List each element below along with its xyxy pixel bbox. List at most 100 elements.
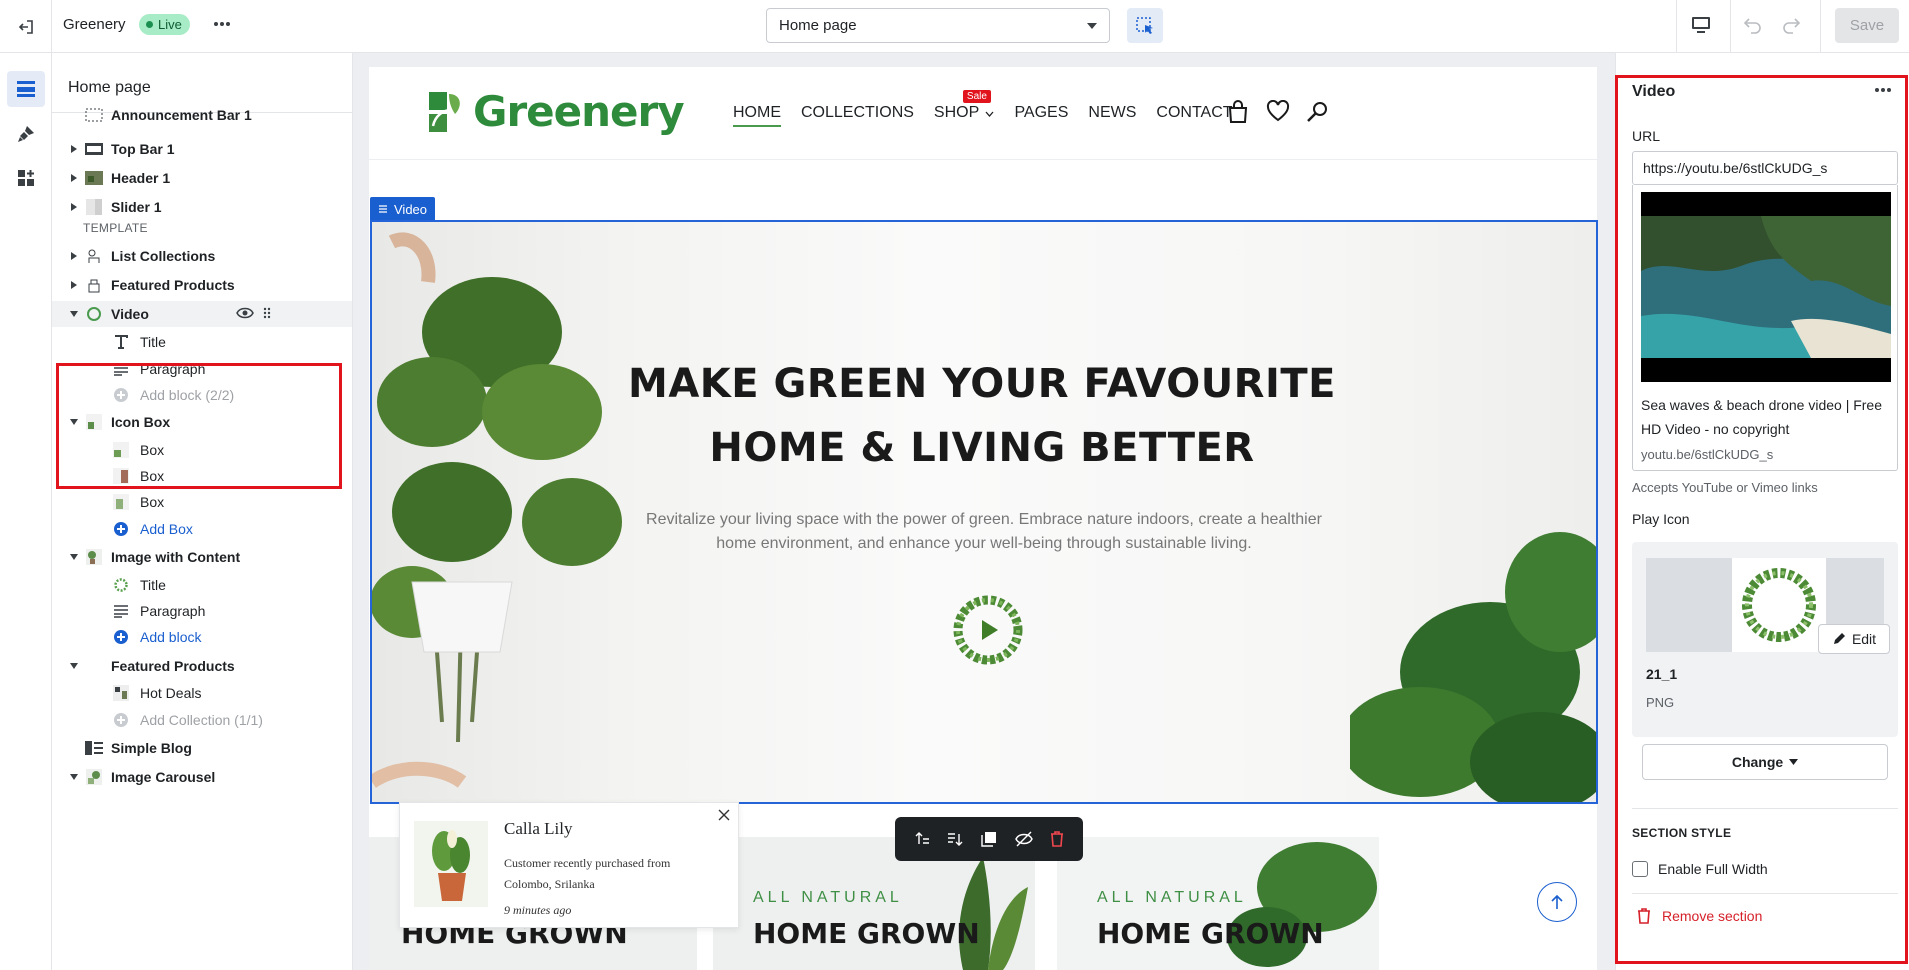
divider (1632, 893, 1898, 894)
selected-section-tag[interactable]: Video (370, 197, 436, 221)
nav-contact[interactable]: CONTACT (1156, 104, 1232, 127)
add-box-button[interactable]: Add Box (52, 516, 352, 542)
shopping-bag-icon (1228, 100, 1248, 123)
top-bar: Greenery Live Home page Save (0, 0, 1909, 53)
play-icon-picker: Edit 21_1 PNG (1632, 542, 1898, 737)
block-paragraph[interactable]: Paragraph (52, 598, 352, 624)
nav-home[interactable]: HOME (733, 104, 781, 127)
hero-title-line: HOME & LIVING BETTER (709, 425, 1255, 471)
block-label: Title (140, 334, 166, 350)
cart-button[interactable] (1227, 100, 1249, 124)
delete-icon[interactable] (1049, 830, 1065, 848)
visibility-eye-icon[interactable] (236, 306, 254, 320)
hanging-plant-image (372, 232, 622, 789)
block-label: Hot Deals (140, 685, 202, 701)
checkbox-box[interactable] (1632, 861, 1648, 877)
site-logo[interactable]: Greenery (425, 87, 685, 136)
save-button[interactable]: Save (1835, 8, 1899, 43)
add-collection-button[interactable]: Add Collection (1/1) (52, 707, 352, 733)
wreath-icon (111, 576, 131, 594)
promo-card[interactable]: ALL NATURAL HOME GROWN (1057, 837, 1379, 970)
hero-title: MAKE GREEN YOUR FAVOURITE HOME & LIVING … (602, 352, 1362, 480)
layer-label: Header 1 (111, 170, 171, 186)
layer-announcement-bar[interactable]: Announcement Bar 1 (52, 102, 352, 128)
drag-handle-icon[interactable] (263, 307, 271, 319)
caret-right-icon (69, 173, 79, 183)
layer-video[interactable]: Video (52, 301, 352, 327)
play-video-button[interactable] (950, 592, 1026, 668)
layer-image-with-content[interactable]: Image with Content (52, 544, 352, 570)
redo-button[interactable] (1780, 13, 1802, 35)
layer-featured-products-2[interactable]: Featured Products (52, 653, 352, 679)
device-preview-button[interactable] (1690, 14, 1712, 36)
settings-title: Video (1632, 83, 1676, 100)
edit-image-button[interactable]: Edit (1818, 624, 1890, 654)
add-block-button[interactable]: Add block (52, 624, 352, 650)
left-rail (0, 53, 52, 970)
layer-simple-blog[interactable]: Simple Blog (52, 735, 352, 761)
undo-button[interactable] (1742, 13, 1764, 35)
add-block-label: Add block (140, 629, 202, 645)
edit-label: Edit (1851, 631, 1877, 647)
caret-down-icon (69, 552, 79, 562)
exit-editor-button[interactable] (0, 0, 52, 53)
wishlist-button[interactable] (1266, 100, 1290, 122)
move-down-icon[interactable] (946, 830, 964, 848)
add-circle-icon (111, 711, 131, 729)
page-selector[interactable]: Home page (766, 8, 1110, 43)
video-section[interactable]: MAKE GREEN YOUR FAVOURITE HOME & LIVING … (370, 220, 1598, 804)
nav-shop[interactable]: SHOP Sale (934, 90, 995, 127)
block-title[interactable]: Title (52, 572, 352, 598)
sections-tab-button[interactable] (7, 71, 45, 107)
nav-collections[interactable]: COLLECTIONS (801, 104, 914, 127)
hide-eye-icon[interactable] (1014, 830, 1034, 848)
apps-add-icon (18, 170, 34, 186)
nav-news[interactable]: NEWS (1088, 104, 1136, 127)
site-header: Greenery HOME COLLECTIONS SHOP Sale PAGE… (369, 67, 1597, 160)
file-name: 21_1 (1646, 666, 1678, 682)
nav-pages[interactable]: PAGES (1014, 104, 1068, 127)
full-width-checkbox[interactable]: Enable Full Width (1632, 861, 1768, 877)
recent-purchase-popup[interactable]: Calla Lily Customer recently purchased f… (399, 802, 739, 928)
search-icon (1307, 102, 1327, 122)
template-heading: TEMPLATE (83, 221, 148, 235)
duplicate-icon[interactable] (980, 830, 998, 848)
collection-thumb-icon (111, 684, 131, 702)
block-box[interactable]: Box (52, 489, 352, 515)
layer-featured-products[interactable]: Featured Products (52, 272, 352, 298)
scroll-to-top-button[interactable] (1537, 882, 1577, 922)
apps-tab-button[interactable] (7, 160, 45, 196)
block-label: Title (140, 577, 166, 593)
layer-header[interactable]: Header 1 (52, 165, 352, 191)
video-thumbnail[interactable] (1641, 192, 1891, 382)
video-link[interactable]: youtu.be/6stlCkUDG_s (1641, 447, 1773, 462)
move-up-icon[interactable] (913, 830, 931, 848)
caret-down-icon (69, 309, 79, 319)
remove-section-button[interactable]: Remove section (1636, 907, 1762, 925)
card-eyebrow: ALL NATURAL (1097, 889, 1247, 906)
popup-product-name[interactable]: Calla Lily (504, 819, 572, 839)
layer-label: Top Bar 1 (111, 141, 175, 157)
more-options-button[interactable] (213, 17, 231, 31)
section-thumb-icon (84, 768, 104, 786)
block-label: Paragraph (140, 603, 206, 619)
section-thumb-icon (84, 106, 104, 124)
layer-top-bar[interactable]: Top Bar 1 (52, 136, 352, 162)
layer-list-collections[interactable]: List Collections (52, 243, 352, 269)
search-button[interactable] (1305, 100, 1329, 124)
section-thumb-icon (84, 198, 104, 216)
more-options-button[interactable] (1874, 83, 1892, 97)
layer-slider[interactable]: Slider 1 (52, 194, 352, 220)
block-hot-deals[interactable]: Hot Deals (52, 680, 352, 706)
url-input[interactable]: https://youtu.be/6stlCkUDG_s (1632, 151, 1898, 185)
block-title[interactable]: Title (52, 329, 352, 355)
change-image-button[interactable]: Change (1642, 744, 1888, 780)
video-title-line: HD Video - no copyright (1641, 421, 1790, 437)
live-status-label: Live (158, 17, 182, 32)
theme-settings-tab-button[interactable] (7, 116, 45, 152)
layer-image-carousel[interactable]: Image Carousel (52, 764, 352, 790)
divider (1676, 0, 1677, 53)
calla-lily-image (432, 830, 470, 901)
inspector-tool-button[interactable] (1127, 8, 1163, 43)
close-icon[interactable] (718, 809, 730, 821)
